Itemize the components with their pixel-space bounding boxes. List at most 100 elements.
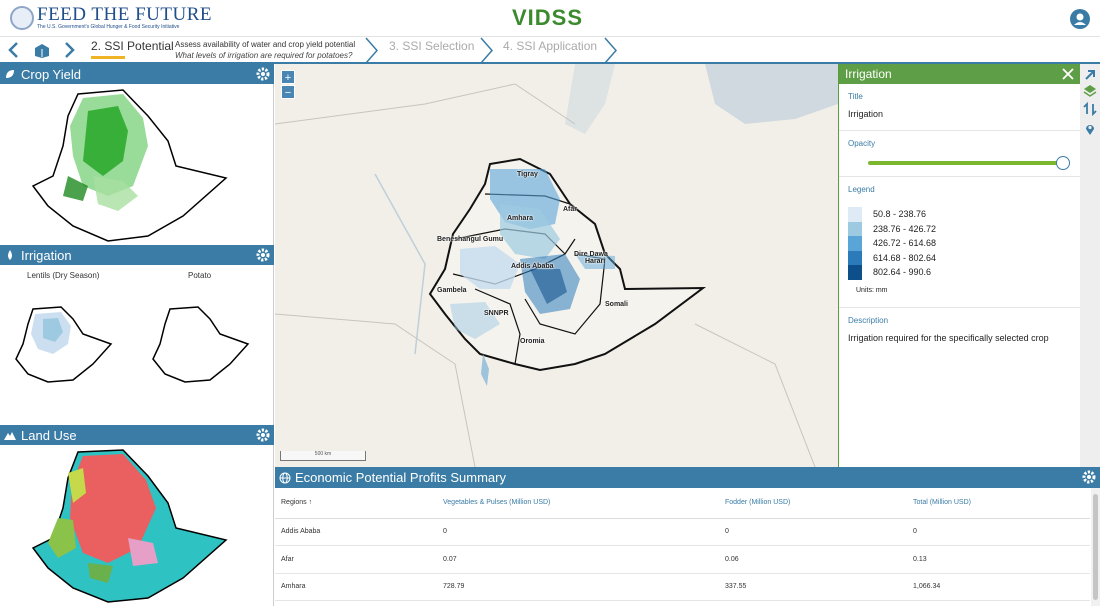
- economic-table: Regions ↑ Vegetables & Pulses (Million U…: [275, 488, 1090, 601]
- table-scrollbar-thumb[interactable]: [1093, 494, 1098, 600]
- table-header-row: Regions ↑ Vegetables & Pulses (Million U…: [275, 488, 1090, 519]
- gear-icon[interactable]: [256, 67, 270, 81]
- legend-range-label: 614.68 - 802.64: [873, 252, 937, 263]
- gear-icon[interactable]: [256, 248, 270, 262]
- opacity-slider-handle[interactable]: [1056, 156, 1070, 170]
- legend-item: 238.76 - 426.72: [848, 221, 1071, 236]
- opacity-section: Opacity: [839, 131, 1080, 177]
- step-desc-text: Assess availability of water and crop yi…: [175, 40, 356, 49]
- step-active-underline: [91, 56, 125, 59]
- column-header-vegetables[interactable]: Vegetables & Pulses (Million USD): [437, 488, 719, 519]
- table-scrollbar[interactable]: [1091, 488, 1100, 606]
- main-map-canvas[interactable]: [275, 64, 838, 467]
- title-value: Irrigation: [848, 109, 884, 119]
- irrigation-title: Irrigation: [21, 247, 72, 263]
- irrigation-panel-header: Irrigation: [0, 245, 274, 265]
- feed-the-future-logo[interactable]: FEED THE FUTURE The U.S. Government's Gl…: [10, 4, 212, 30]
- water-drop-icon: [8, 250, 12, 260]
- step-ssi-selection[interactable]: 3. SSI Selection: [389, 39, 474, 53]
- layers-icon[interactable]: [1083, 84, 1097, 98]
- legend-swatch: [848, 250, 862, 265]
- irrigation-lentils-map[interactable]: [13, 304, 113, 384]
- main-map[interactable]: + − 500 km Tigray Afar Amhara Beneshangu…: [275, 64, 838, 467]
- step-chevron-icon: [365, 37, 378, 64]
- crop-yield-map[interactable]: [28, 86, 228, 244]
- user-circle-icon[interactable]: [1070, 9, 1090, 29]
- legend-range-label: 50.8 - 238.76: [873, 209, 927, 220]
- zoom-out-button[interactable]: −: [281, 85, 295, 99]
- brand-name: FEED THE FUTURE: [37, 4, 212, 25]
- region-label: Harari: [585, 258, 606, 265]
- legend-list: 50.8 - 238.76 238.76 - 426.72 426.72 - 614…: [848, 207, 1071, 280]
- economic-summary-title: Economic Potential Profits Summary: [295, 470, 506, 485]
- description-section: Description Irrigation required for the …: [839, 308, 1080, 351]
- region-label: Somali: [605, 301, 628, 308]
- table-row[interactable]: Afar 0.07 0.06 0.13: [275, 545, 1090, 574]
- description-text: Irrigation required for the specifically…: [848, 333, 1049, 343]
- table-cell: 0: [907, 518, 1090, 546]
- gear-icon[interactable]: [1082, 470, 1096, 484]
- region-label: Beneshangul Gumu: [437, 236, 504, 243]
- brand-tagline: The U.S. Government's Global Hunger & Fo…: [37, 24, 180, 30]
- crop-yield-panel-header: Crop Yield: [0, 64, 274, 84]
- land-use-map[interactable]: [28, 448, 228, 604]
- info-panel-title: Irrigation: [845, 67, 892, 81]
- irrigation-map1-label: Lentils (Dry Season): [27, 271, 100, 280]
- opacity-slider[interactable]: [868, 156, 1070, 170]
- zoom-in-button[interactable]: +: [281, 70, 295, 84]
- layer-info-panel: Irrigation Title Irrigation Opacity Lege…: [838, 64, 1080, 467]
- region-label: Addis Ababa: [511, 263, 554, 270]
- table-cell: 0.06: [719, 545, 907, 574]
- gear-icon[interactable]: [256, 428, 270, 442]
- collapse-arrow-icon[interactable]: [1083, 68, 1097, 82]
- region-label: Amhara: [507, 215, 534, 222]
- legend-range-label: 426.72 - 614.68: [873, 238, 937, 249]
- table-row[interactable]: Amhara 728.79 337.55 1,066.34: [275, 573, 1090, 601]
- legend-section: Legend 50.8 - 238.76 238.76 - 426.72 426.7…: [839, 177, 1080, 308]
- opacity-slider-track[interactable]: [868, 161, 1063, 165]
- vidss-logo[interactable]: VIDSS: [512, 5, 583, 31]
- irrigation-potato-map[interactable]: [150, 304, 250, 384]
- column-header-total[interactable]: Total (Million USD): [907, 488, 1090, 519]
- sort-arrow-icon[interactable]: ↑: [309, 499, 313, 506]
- home-step-icon[interactable]: [33, 41, 51, 59]
- legend-swatch: [848, 236, 862, 251]
- title-label: Title: [848, 92, 863, 101]
- forward-arrow-icon[interactable]: [61, 41, 77, 59]
- title-section: Title Irrigation: [839, 84, 1080, 131]
- table-cell: Amhara: [275, 573, 437, 601]
- table-cell: Addis Ababa: [275, 518, 437, 546]
- swap-icon[interactable]: [1083, 102, 1097, 116]
- map-tool-strip: [1080, 64, 1100, 467]
- region-label: Gambela: [437, 287, 467, 294]
- step-description: Assess availability of water and crop yi…: [175, 39, 355, 61]
- table-cell: 0: [719, 518, 907, 546]
- step-ssi-application[interactable]: 4. SSI Application: [503, 39, 597, 53]
- region-label: SNNPR: [484, 310, 509, 317]
- leaf-icon: [6, 70, 14, 78]
- description-label: Description: [848, 316, 889, 325]
- step-active-label: 2. SSI Potential: [91, 39, 174, 53]
- back-arrow-icon[interactable]: [6, 41, 22, 59]
- table-cell: 728.79: [437, 573, 719, 601]
- top-header: FEED THE FUTURE The U.S. Government's Gl…: [0, 0, 1100, 37]
- usaid-seal-icon: [10, 6, 34, 30]
- region-label: Afar: [563, 206, 578, 213]
- info-panel-header: Irrigation: [839, 64, 1080, 84]
- legend-range-label: 802.64 - 990.6: [873, 267, 932, 278]
- table-cell: 0.13: [907, 545, 1090, 574]
- column-header-fodder[interactable]: Fodder (Million USD): [719, 488, 907, 519]
- close-icon[interactable]: [1061, 67, 1075, 81]
- column-header-regions[interactable]: Regions ↑: [275, 488, 437, 519]
- table-cell: 0.07: [437, 545, 719, 574]
- region-label: Dire Dawa: [574, 251, 608, 258]
- table-cell: Afar: [275, 545, 437, 574]
- legend-swatch: [848, 265, 862, 280]
- step-ssi-potential[interactable]: 2. SSI Potential: [91, 39, 174, 59]
- table-row[interactable]: Addis Ababa 0 0 0: [275, 518, 1090, 546]
- location-pin-icon[interactable]: [1083, 122, 1097, 136]
- step-chevron-icon: [604, 37, 617, 64]
- step-question-text: What levels of irrigation are required f…: [175, 51, 353, 60]
- map-scale-bar: 500 km: [280, 451, 366, 461]
- step-navigation: 2. SSI Potential Assess availability of …: [0, 37, 1100, 64]
